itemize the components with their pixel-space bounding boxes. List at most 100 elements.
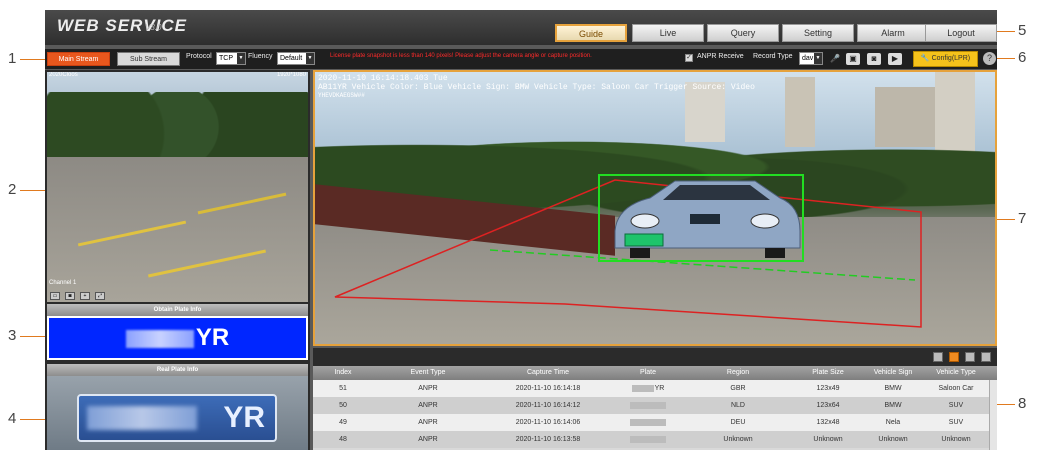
split-view-icon[interactable]	[949, 352, 959, 362]
col-index[interactable]: Index	[313, 366, 373, 380]
vehicle-info-overlay-2: YHEVDKAEGSW##	[318, 92, 365, 99]
chevron-down-icon: ▼	[814, 53, 822, 64]
overview-video[interactable]: 2020Cloos 1920*1080 Channel 1 ▭ ◙ + ⤢	[47, 72, 308, 302]
callout-line-7	[997, 219, 1015, 220]
col-plate-size[interactable]: Plate Size	[793, 366, 863, 380]
video-timestamp: 2020-11-10 16:14:18.403 Tue	[318, 74, 448, 83]
callout-7: 7	[1018, 210, 1027, 227]
record-type-select[interactable]: dav ▼	[799, 52, 823, 65]
callout-6: 6	[1018, 49, 1027, 66]
cell-sign: Unknown	[878, 436, 908, 443]
list-view-icon[interactable]	[933, 352, 943, 362]
fluency-value: Default	[280, 55, 303, 62]
plate-size-warning: License plate snapshot is less than 140 …	[330, 53, 592, 59]
col-vehicle-type[interactable]: Vehicle Type	[923, 366, 989, 380]
vehicle-info-overlay: AB11YR Vehicle Color: Blue Vehicle Sign:…	[318, 83, 755, 92]
plate-blur	[87, 406, 197, 430]
help-icon[interactable]: ?	[983, 52, 996, 65]
cell-event: ANPR	[418, 402, 438, 409]
chevron-down-icon: ▼	[306, 53, 314, 64]
cell-time: 2020-11-10 16:14:18	[515, 385, 581, 392]
callout-line-5	[997, 31, 1015, 32]
app-logo: WEB SERVICE	[57, 16, 188, 35]
table-row[interactable]: 49 ANPR 2020-11-10 16:14:06 DEU 132x48 N…	[313, 414, 997, 431]
cell-event: ANPR	[418, 419, 438, 426]
cell-region: DEU	[730, 419, 746, 426]
plate-blur	[629, 435, 666, 443]
main-live-video[interactable]: 2020-11-10 16:14:18.403 Tue AB11YR Vehic…	[313, 70, 997, 346]
zoom-icon[interactable]: +	[80, 292, 90, 300]
chevron-down-icon: ▼	[237, 53, 245, 64]
protocol-select[interactable]: TCP ▼	[216, 52, 246, 65]
cell-time: 2020-11-10 16:14:12	[515, 402, 581, 409]
col-region[interactable]: Region	[683, 366, 793, 380]
snapshot-icon[interactable]: ◙	[65, 292, 75, 300]
snapshot-icon[interactable]: ▣	[846, 53, 860, 65]
cell-size: 132x48	[816, 419, 840, 426]
tab-setting[interactable]: Setting	[782, 24, 854, 42]
config-lpr-label: Config(LPR)	[931, 55, 971, 62]
cell-time: 2020-11-10 16:13:58	[515, 436, 581, 443]
toolbar: Main Stream Sub Stream Protocol TCP ▼ Fl…	[45, 49, 997, 69]
real-plate-text: YR	[223, 401, 265, 434]
cell-event: ANPR	[418, 436, 438, 443]
col-plate[interactable]: Plate	[613, 366, 683, 380]
table-header: Index Event Type Capture Time Plate Regi…	[313, 366, 997, 380]
app-version: V3.0	[145, 23, 162, 32]
overview-timestamp: 2020Cloos	[49, 72, 78, 78]
table-scrollbar[interactable]	[989, 380, 997, 450]
license-plate: YR	[77, 394, 277, 442]
vehicle-detection-box	[598, 174, 804, 262]
cell-plate	[613, 431, 683, 448]
fullscreen-icon[interactable]	[981, 352, 991, 362]
tab-alarm[interactable]: Alarm	[857, 24, 929, 42]
sub-stream-button[interactable]: Sub Stream	[117, 52, 180, 66]
table-row[interactable]: 48 ANPR 2020-11-10 16:13:58 Unknown Unkn…	[313, 431, 997, 448]
callout-4: 4	[8, 410, 17, 427]
cell-index: 51	[339, 385, 347, 392]
tab-query[interactable]: Query	[707, 24, 779, 42]
camera-icon[interactable]: ◙	[867, 53, 881, 65]
plate-blur	[631, 384, 654, 392]
col-vehicle-sign[interactable]: Vehicle Sign	[863, 366, 923, 380]
protocol-value: TCP	[219, 55, 233, 62]
cell-plate	[613, 397, 683, 414]
tab-live[interactable]: Live	[632, 24, 704, 42]
callout-line-6	[997, 58, 1015, 59]
record-icon[interactable]: ▶	[888, 53, 902, 65]
video-trees	[47, 92, 308, 162]
main-stream-button[interactable]: Main Stream	[47, 52, 110, 66]
callout-line-8	[997, 404, 1015, 405]
anpr-receive-checkbox[interactable]: ✓	[685, 54, 693, 62]
expand-icon[interactable]: ⤢	[95, 292, 105, 300]
microphone-icon[interactable]: 🎤	[828, 53, 842, 65]
web-service-app: WEB SERVICE V3.0 Guide Live Query Settin…	[45, 10, 997, 450]
fluency-select[interactable]: Default ▼	[277, 52, 315, 65]
col-capture-time[interactable]: Capture Time	[483, 366, 613, 380]
grid-view-icon[interactable]	[965, 352, 975, 362]
callout-5: 5	[1018, 22, 1027, 39]
tab-guide[interactable]: Guide	[555, 24, 627, 42]
record-type-value: dav	[802, 55, 814, 62]
col-event-type[interactable]: Event Type	[373, 366, 483, 380]
cell-size: 123x64	[816, 402, 840, 409]
cell-plate	[613, 414, 683, 431]
left-panel: 2020Cloos 1920*1080 Channel 1 ▭ ◙ + ⤢ Ob…	[45, 70, 310, 450]
callout-3: 3	[8, 327, 17, 344]
tab-logout[interactable]: Logout	[925, 24, 997, 42]
real-plate-header: Real Plate Info	[47, 364, 308, 376]
cell-sign: BMW	[884, 385, 902, 392]
overview-resolution: 1920*1080	[276, 72, 306, 78]
table-row[interactable]: 50 ANPR 2020-11-10 16:14:12 NLD 123x64 B…	[313, 397, 997, 414]
cell-plate-text: YR	[654, 385, 665, 392]
record-type-label: Record Type	[753, 53, 793, 60]
roi-edge	[334, 179, 616, 298]
fullscreen-icon[interactable]: ▭	[50, 292, 60, 300]
callout-1: 1	[8, 50, 17, 67]
cell-sign: Nela	[885, 419, 901, 426]
table-row[interactable]: 51 ANPR 2020-11-10 16:14:18 YR GBR 123x4…	[313, 380, 997, 397]
callout-8: 8	[1018, 395, 1027, 412]
cell-type: Unknown	[941, 436, 971, 443]
cell-index: 49	[339, 419, 347, 426]
config-lpr-button[interactable]: 🔧 Config(LPR)	[913, 51, 978, 67]
